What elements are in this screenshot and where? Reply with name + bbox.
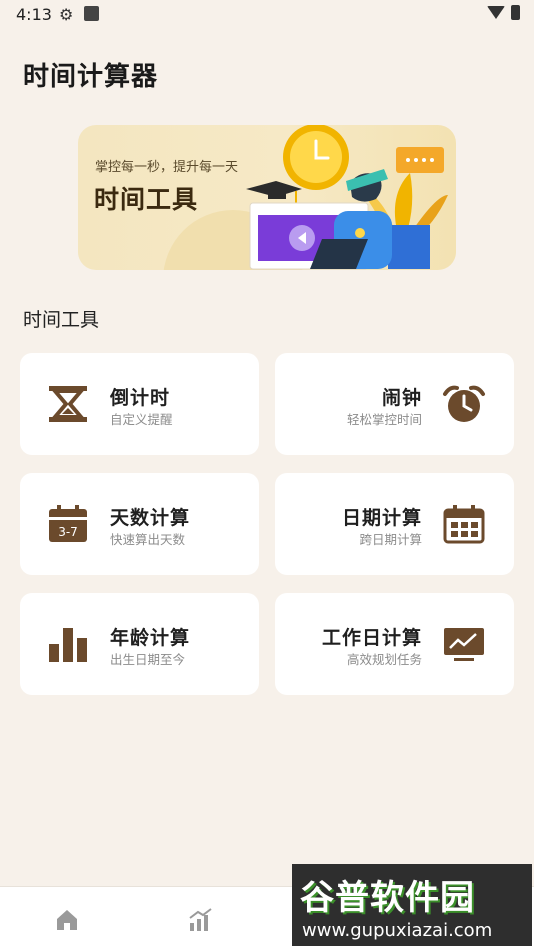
page-title: 时间计算器 bbox=[23, 62, 159, 92]
status-time: 4:13 bbox=[16, 5, 52, 24]
status-bar: 4:13 ⚙ bbox=[0, 0, 534, 30]
calendar-day-icon: 3-7 bbox=[49, 505, 87, 542]
stats-icon[interactable] bbox=[188, 907, 214, 933]
card-title: 天数计算 bbox=[110, 507, 191, 529]
section-title: 时间工具 bbox=[23, 309, 100, 331]
card-subtitle: 高效规划任务 bbox=[346, 652, 422, 667]
card-subtitle: 轻松掌控时间 bbox=[346, 412, 422, 427]
card-subtitle: 跨日期计算 bbox=[359, 532, 422, 547]
card-title: 日期计算 bbox=[341, 507, 422, 529]
card-title: 闹钟 bbox=[381, 387, 422, 409]
wifi-icon bbox=[487, 6, 505, 19]
card-subtitle: 出生日期至今 bbox=[110, 652, 186, 667]
alarm-clock-icon bbox=[443, 385, 485, 422]
hero-banner: 掌控每一秒，提升每一天 时间工具 bbox=[78, 125, 456, 270]
day-count-card[interactable]: 3-7 天数计算 快速算出天数 bbox=[20, 473, 259, 575]
settings-gear-icon: ⚙ bbox=[59, 5, 74, 24]
banner-subtitle: 掌控每一秒，提升每一天 bbox=[95, 160, 239, 175]
date-calc-card[interactable]: 日期计算 跨日期计算 bbox=[275, 473, 514, 575]
banner-illustration bbox=[246, 125, 448, 270]
alarm-card[interactable]: 闹钟 轻松掌控时间 bbox=[275, 353, 514, 455]
watermark: 谷普软件园 www.gupuxiazai.com bbox=[292, 864, 532, 946]
card-title: 年龄计算 bbox=[110, 627, 191, 649]
monitor-chart-icon bbox=[444, 628, 484, 661]
watermark-title: 谷普软件园 bbox=[300, 878, 475, 918]
card-title: 倒计时 bbox=[110, 387, 171, 409]
bar-chart-icon bbox=[49, 628, 87, 662]
watermark-url: www.gupuxiazai.com bbox=[302, 920, 493, 941]
age-calc-card[interactable]: 年龄计算 出生日期至今 bbox=[20, 593, 259, 695]
workday-card[interactable]: 工作日计算 高效规划任务 bbox=[275, 593, 514, 695]
countdown-card[interactable]: 倒计时 自定义提醒 bbox=[20, 353, 259, 455]
home-icon[interactable] bbox=[54, 907, 80, 933]
battery-icon bbox=[511, 5, 520, 20]
hourglass-icon bbox=[49, 386, 87, 422]
notification-icon bbox=[84, 6, 99, 21]
card-subtitle: 快速算出天数 bbox=[110, 532, 186, 547]
card-subtitle: 自定义提醒 bbox=[110, 412, 173, 427]
calendar-grid-icon bbox=[443, 505, 485, 544]
card-title: 工作日计算 bbox=[321, 627, 422, 649]
calendar-badge: 3-7 bbox=[58, 525, 78, 539]
banner-title: 时间工具 bbox=[94, 185, 199, 214]
